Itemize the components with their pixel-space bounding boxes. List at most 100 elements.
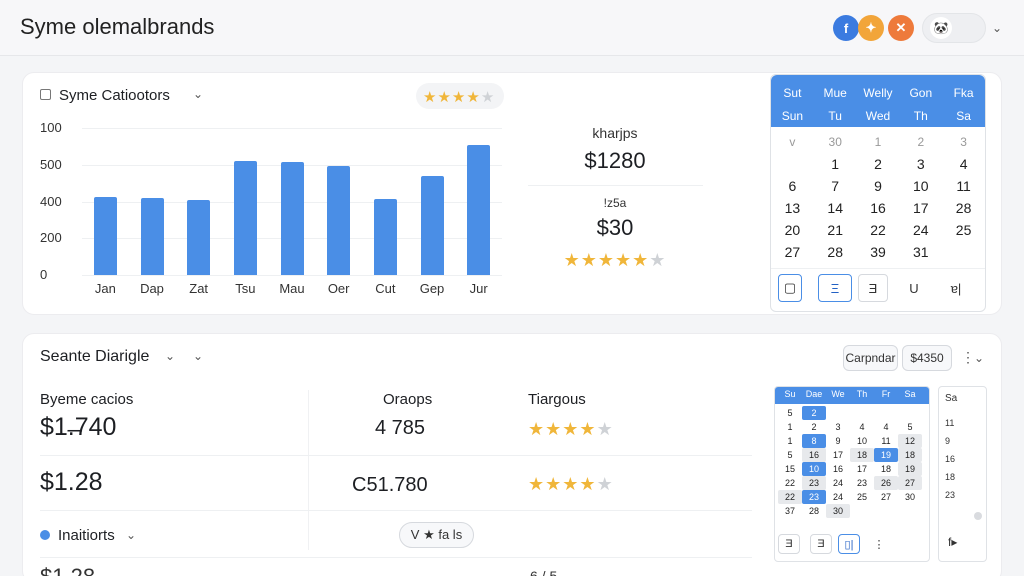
mini-calendar-day[interactable]: 5	[778, 448, 802, 462]
chevron-down-icon[interactable]: ⌄	[974, 351, 984, 365]
mini-calendar-day[interactable]: 10	[802, 462, 826, 476]
mini-calendar-day[interactable]: 11	[874, 434, 898, 448]
amount-button[interactable]: $4350	[902, 345, 952, 371]
mini-calendar-day[interactable]: 23	[802, 490, 826, 504]
scroll-handle[interactable]	[974, 512, 982, 520]
mini-calendar-day[interactable]: 27	[874, 490, 898, 504]
chevron-down-icon[interactable]: ⌄	[165, 349, 175, 363]
calendar-day[interactable]: 7	[814, 178, 857, 194]
facebook-icon[interactable]: f	[833, 15, 859, 41]
calendar-day[interactable]: 16	[857, 200, 900, 216]
mini-calendar-day[interactable]: 25	[850, 490, 874, 504]
sales-card-title[interactable]: Syme Catiootors	[59, 87, 170, 104]
mini-calendar-day[interactable]	[850, 406, 874, 420]
calendar-day[interactable]: v	[771, 135, 814, 149]
mini-calendar-day[interactable]: 28	[802, 504, 826, 518]
calendar-view-button[interactable]: ɐ|	[944, 274, 968, 302]
mini-calendar-day[interactable]: 4	[850, 420, 874, 434]
mini-calendar-day[interactable]: 22	[778, 476, 802, 490]
mini-calendar-day[interactable]	[898, 504, 922, 518]
side-panel-item[interactable]: 9	[945, 432, 975, 450]
mini-calendar-day[interactable]: 24	[826, 490, 850, 504]
calendar-day[interactable]: 11	[942, 178, 985, 194]
mini-calendar-day[interactable]: 22	[778, 490, 802, 504]
mini-calendar-day[interactable]	[874, 406, 898, 420]
calendar-day[interactable]: 10	[899, 178, 942, 194]
mini-calendar-day[interactable]: 27	[898, 476, 922, 490]
mini-calendar-day[interactable]: 17	[826, 448, 850, 462]
mini-calendar-button[interactable]: ⋮	[872, 534, 886, 554]
mini-calendar-day[interactable]: 23	[850, 476, 874, 490]
calendar-day[interactable]: 30	[814, 135, 857, 149]
calendar-day[interactable]: 2	[857, 156, 900, 172]
mini-calendar-day[interactable]: 18	[874, 462, 898, 476]
calendar-day[interactable]: 1	[857, 135, 900, 149]
mini-calendar-button[interactable]: Ǝ	[778, 534, 800, 554]
mini-calendar-button[interactable]: Ǝ	[810, 534, 832, 554]
side-panel-item[interactable]: Sa	[945, 390, 975, 414]
mini-calendar-day[interactable]	[826, 406, 850, 420]
calendar-day[interactable]: 31	[899, 244, 942, 260]
calendar-day[interactable]: 28	[814, 244, 857, 260]
calendar-day[interactable]: 9	[857, 178, 900, 194]
mini-calendar-day[interactable]: 37	[778, 504, 802, 518]
calendar-view-button[interactable]: Ξ	[818, 274, 852, 302]
chevron-down-icon[interactable]: ⌄	[992, 21, 1002, 35]
mini-calendar-day[interactable]: 9	[826, 434, 850, 448]
calendar-day[interactable]: 14	[814, 200, 857, 216]
calendar-day[interactable]: 17	[899, 200, 942, 216]
calendar-day[interactable]: 25	[942, 222, 985, 238]
mini-calendar-day[interactable]: 26	[874, 476, 898, 490]
mini-calendar-day[interactable]: 30	[898, 490, 922, 504]
calendar-day[interactable]: 2	[899, 135, 942, 149]
mini-calendar-button[interactable]: ▯|	[838, 534, 860, 554]
mini-calendar-day[interactable]: 24	[826, 476, 850, 490]
calendar-day[interactable]: 4	[942, 156, 985, 172]
more-icon[interactable]: ⋮	[961, 349, 975, 366]
calendar-day[interactable]: 28	[942, 200, 985, 216]
chevron-down-icon[interactable]: ⌄	[193, 87, 203, 101]
mini-calendar-day[interactable]	[898, 406, 922, 420]
calendar-view-button[interactable]: U	[902, 274, 926, 302]
mini-calendar-day[interactable]: 30	[826, 504, 850, 518]
mini-calendar-day[interactable]: 19	[898, 462, 922, 476]
mini-calendar-day[interactable]	[850, 504, 874, 518]
mini-calendar-day[interactable]: 16	[802, 448, 826, 462]
chevron-down-icon[interactable]: ⌄	[126, 528, 136, 542]
calendar-day[interactable]: 1	[814, 156, 857, 172]
mini-calendar-day[interactable]: 1	[778, 434, 802, 448]
calendar-day[interactable]: 6	[771, 178, 814, 194]
mini-calendar-day[interactable]: 4	[874, 420, 898, 434]
calendar-day[interactable]: 20	[771, 222, 814, 238]
mini-calendar-day[interactable]: 18	[850, 448, 874, 462]
calendar-day[interactable]: 22	[857, 222, 900, 238]
mini-calendar-day[interactable]: 12	[898, 434, 922, 448]
chevron-down-icon[interactable]: ⌄	[193, 349, 203, 363]
calendar-view-button[interactable]: ▢	[778, 274, 802, 302]
calendar-day[interactable]: 13	[771, 200, 814, 216]
calendar-button[interactable]: Carpndar	[843, 345, 898, 371]
mini-calendar-day[interactable]: 17	[850, 462, 874, 476]
mini-calendar-day[interactable]: 15	[778, 462, 802, 476]
mini-calendar-day[interactable]: 5	[778, 406, 802, 420]
mini-calendar-day[interactable]: 19	[874, 448, 898, 462]
mini-calendar-day[interactable]: 3	[826, 420, 850, 434]
mini-calendar-day[interactable]: 16	[826, 462, 850, 476]
filter-badge[interactable]: V ★ fa ls	[399, 522, 474, 548]
select-checkbox[interactable]	[40, 89, 51, 100]
fox-icon[interactable]: ✦	[858, 15, 884, 41]
calendar-day[interactable]: 24	[899, 222, 942, 238]
orange-app-icon[interactable]: ✕	[888, 15, 914, 41]
mini-calendar-day[interactable]: 2	[802, 406, 826, 420]
mini-calendar-day[interactable]: 23	[802, 476, 826, 490]
mini-calendar-day[interactable]: 10	[850, 434, 874, 448]
mini-calendar-day[interactable]: 18	[898, 448, 922, 462]
calendar-day[interactable]: 3	[899, 156, 942, 172]
calendar-day[interactable]: 3	[942, 135, 985, 149]
side-panel-item[interactable]: 11	[945, 414, 975, 432]
mini-calendar-day[interactable]	[874, 504, 898, 518]
bottom-card-title[interactable]: Seante Diarigle	[40, 348, 149, 366]
mini-calendar-day[interactable]: 2	[802, 420, 826, 434]
side-panel-button[interactable]: f▸	[948, 535, 957, 549]
calendar-day[interactable]: 21	[814, 222, 857, 238]
